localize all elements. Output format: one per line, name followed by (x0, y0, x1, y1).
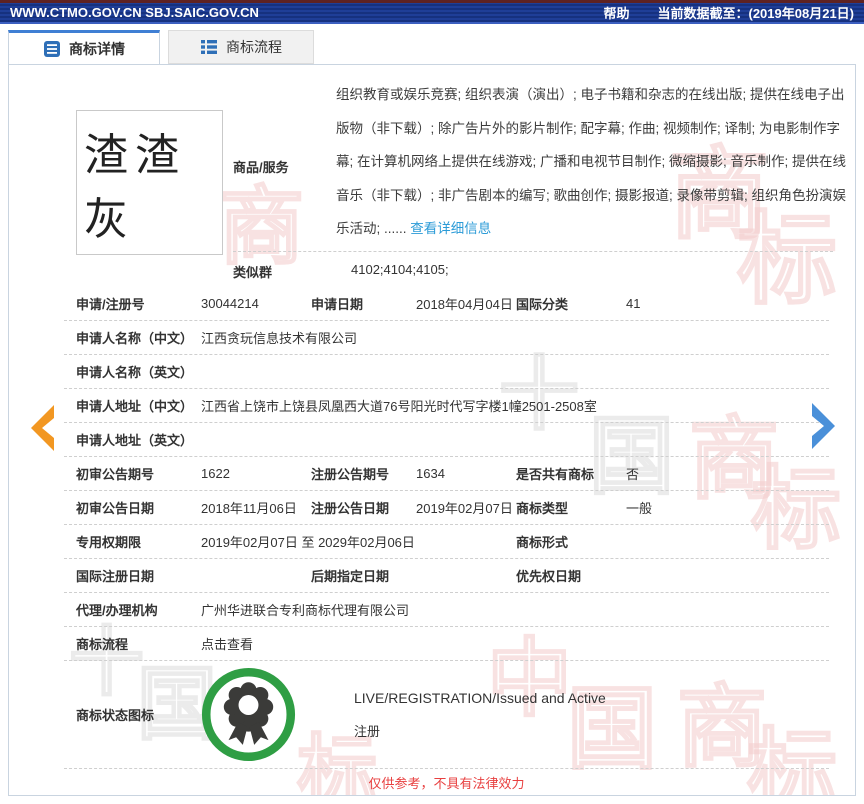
field-label: 后期指定日期 (311, 569, 390, 584)
field-value: 江西省上饶市上饶县凤凰西大道76号阳光时代写字楼1幢2501-2508室 (201, 399, 597, 414)
field-value: 广州华进联合专利商标代理有限公司 (201, 603, 410, 618)
site-domains: WWW.CTMO.GOV.CN SBJ.SAIC.GOV.CN (10, 5, 259, 20)
field-value: 江西贪玩信息技术有限公司 (201, 331, 358, 346)
trademark-status-row: 商标状态图标 LIVE/REGISTRATION/Issued and Acti… (64, 661, 829, 769)
tab-label: 商标详情 (69, 40, 125, 57)
field-value: 否 (626, 467, 640, 482)
similar-group-label: 类似群 (233, 265, 273, 280)
field-label: 申请日期 (311, 297, 364, 312)
field-value: 2018年11月06日 (201, 501, 297, 516)
field-value: 一般 (626, 501, 653, 516)
field-value: 41 (626, 296, 641, 311)
field-value: 2018年04月04日 (416, 297, 513, 312)
trademark-image: 渣渣灰 (76, 110, 223, 255)
field-label: 商标状态图标 (76, 708, 155, 723)
goods-services-value: 组织教育或娱乐竞赛; 组织表演（演出）; 电子书籍和杂志的在线出版; 提供在线电… (336, 87, 847, 236)
table-row: 专用权期限 2019年02月07日 至 2029年02月06日 商标形式 (64, 525, 829, 559)
data-cutoff-date: 当前数据截至：(2019年08月21日) (657, 6, 855, 21)
top-bar: WWW.CTMO.GOV.CN SBJ.SAIC.GOV.CN 帮助 当前数据截… (0, 0, 864, 24)
goods-services-text: 组织教育或娱乐竞赛; 组织表演（演出）; 电子书籍和杂志的在线出版; 提供在线电… (336, 78, 850, 246)
status-line-english: LIVE/REGISTRATION/Issued and Active (354, 689, 606, 706)
table-row: 申请人地址（中文） 江西省上饶市上饶县凤凰西大道76号阳光时代写字楼1幢2501… (64, 389, 829, 423)
field-value: 1622 (201, 466, 230, 481)
status-text: LIVE/REGISTRATION/Issued and Active 注册 (354, 690, 606, 740)
tab-bar: 商标详情 商标流程 (8, 30, 314, 64)
field-label: 商标类型 (516, 501, 569, 516)
similar-group-value: 4102;4104;4105; (351, 262, 449, 277)
field-label: 申请人名称（英文） (76, 365, 194, 380)
previous-arrow-icon[interactable] (20, 402, 60, 459)
table-row: 代理/办理机构 广州华进联合专利商标代理有限公司 (64, 593, 829, 627)
registration-badge-icon (201, 667, 296, 762)
status-content: LIVE/REGISTRATION/Issued and Active 注册 (201, 667, 829, 762)
field-label: 初审公告日期 (76, 501, 155, 516)
table-row: 申请人地址（英文） (64, 423, 829, 457)
field-label: 申请人地址（中文） (76, 399, 194, 414)
field-value: 1634 (416, 466, 445, 481)
table-row: 商标流程 点击查看 (64, 627, 829, 661)
table-row: 初审公告期号 1622 注册公告期号 1634 是否共有商标 否 (64, 457, 829, 491)
field-label: 申请/注册号 (76, 297, 145, 312)
click-to-view-link[interactable]: 点击查看 (201, 634, 829, 653)
field-value: 2019年02月07日 至 2029年02月06日 (201, 535, 415, 550)
tab-label: 商标流程 (226, 39, 282, 55)
field-rows: 申请/注册号 30044214 申请日期 2018年04月04日 国际分类 41… (64, 287, 829, 795)
field-label: 初审公告期号 (76, 467, 155, 482)
field-label: 优先权日期 (516, 569, 582, 584)
field-label: 专用权期限 (76, 535, 142, 550)
field-label: 国际分类 (516, 297, 569, 312)
goods-services-label: 商品/服务 (233, 160, 289, 175)
field-value: 30044214 (201, 296, 259, 311)
field-label: 申请人地址（英文） (76, 433, 194, 448)
trademark-detail-panel: 商 商 标 十 国 商 标 十 国 中 国 商 标 标 渣渣灰 商品/服务 组织… (8, 64, 856, 796)
help-link[interactable]: 帮助 (603, 3, 629, 22)
field-label: 国际注册日期 (76, 569, 155, 584)
table-row: 申请/注册号 30044214 申请日期 2018年04月04日 国际分类 41 (64, 287, 829, 321)
status-line-chinese: 注册 (354, 723, 381, 739)
next-arrow-icon[interactable] (806, 400, 846, 457)
view-details-link[interactable]: 查看详细信息 (410, 221, 491, 236)
trademark-text: 渣渣灰 (84, 129, 186, 245)
table-row: 初审公告日期 2018年11月06日 注册公告日期 2019年02月07日 商标… (64, 491, 829, 525)
document-lines-icon (43, 40, 61, 58)
list-icon (200, 38, 218, 56)
table-row: 申请人名称（英文） (64, 355, 829, 389)
field-value: 2019年02月07日 (416, 501, 513, 516)
table-row: 申请人名称（中文） 江西贪玩信息技术有限公司 (64, 321, 829, 355)
disclaimer-text: 仅供参考，不具有法律效力 (368, 775, 525, 791)
tab-trademark-details[interactable]: 商标详情 (8, 30, 160, 64)
field-label: 注册公告日期 (311, 501, 390, 516)
field-label: 注册公告期号 (311, 467, 390, 482)
field-label: 商标形式 (516, 535, 569, 550)
field-label: 是否共有商标 (516, 467, 595, 482)
field-label: 代理/办理机构 (76, 603, 158, 618)
table-row: 国际注册日期 后期指定日期 优先权日期 (64, 559, 829, 593)
tab-trademark-process[interactable]: 商标流程 (168, 30, 314, 64)
field-label: 申请人名称（中文） (76, 331, 194, 346)
field-label: 商标流程 (76, 637, 129, 652)
divider (233, 251, 833, 252)
